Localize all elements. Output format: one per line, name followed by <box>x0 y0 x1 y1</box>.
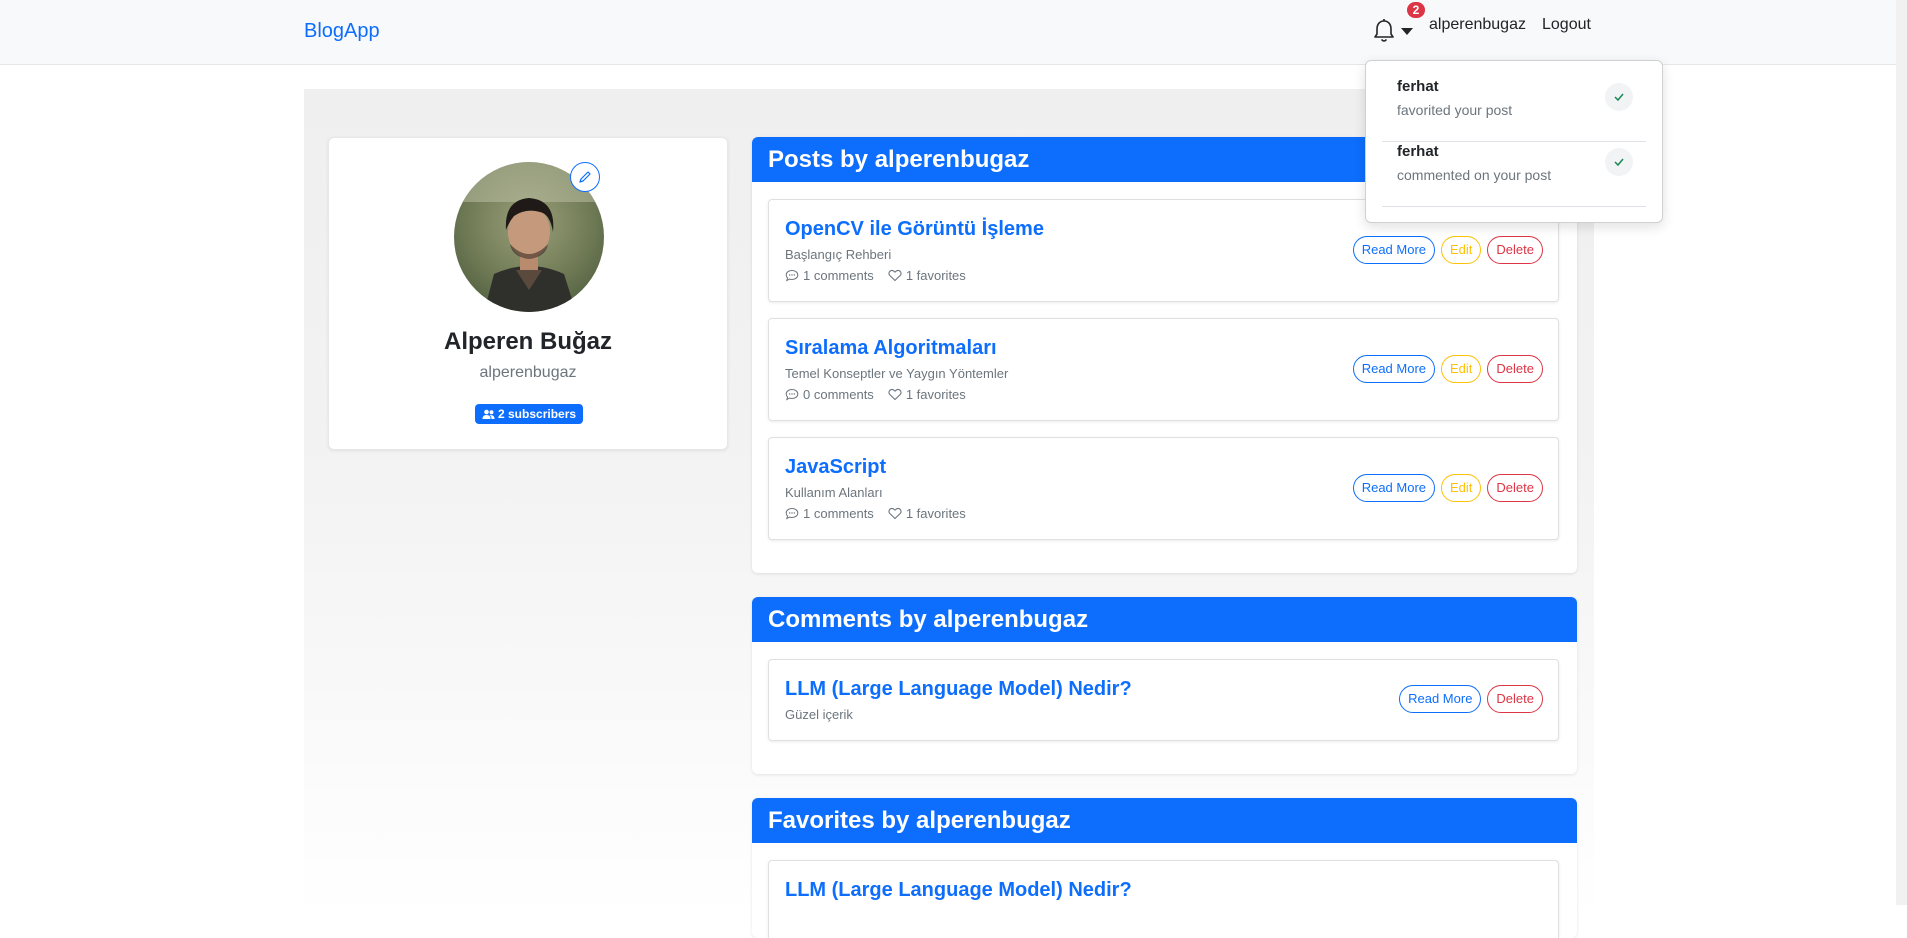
scrollbar[interactable] <box>1896 0 1907 905</box>
people-icon <box>482 409 495 419</box>
favorite-card: LLM (Large Language Model) Nedir? <box>768 860 1559 938</box>
read-more-button[interactable]: Read More <box>1352 355 1436 383</box>
profile-card: Alperen Buğaz alperenbugaz 2 subscribers <box>328 137 728 450</box>
favorites-count: 1 favorites <box>905 506 966 521</box>
post-meta: 1 comments 1 favorites <box>785 268 966 283</box>
comments-section-header: Comments by alperenbugaz <box>752 597 1577 642</box>
heart-icon <box>888 508 902 520</box>
favorites-section-header: Favorites by alperenbugaz <box>752 798 1577 843</box>
nav-username-link[interactable]: alperenbugaz <box>1429 16 1526 34</box>
post-title-link[interactable]: JavaScript <box>785 456 886 479</box>
subscribers-label: 2 subscribers <box>498 407 577 421</box>
heart-icon <box>888 270 902 282</box>
post-actions: Read More Edit Delete <box>1352 236 1543 264</box>
comments-count: 1 comments <box>803 506 874 521</box>
check-icon <box>1614 158 1624 166</box>
heart-icon <box>888 389 902 401</box>
notifications-toggle[interactable]: 2 <box>1372 2 1425 48</box>
notification-text: commented on your post <box>1397 167 1552 183</box>
post-title-link[interactable]: Sıralama Algoritmaları <box>785 337 997 360</box>
post-actions: Read More Edit Delete <box>1352 474 1543 502</box>
notifications-dropdown: ferhat favorited your post ferhat commen… <box>1365 60 1663 223</box>
mark-read-button[interactable] <box>1605 83 1633 111</box>
favorites-section: Favorites by alperenbugaz LLM (Large Lan… <box>752 798 1577 938</box>
post-subtitle: Temel Konseptler ve Yaygın Yöntemler <box>785 366 1009 381</box>
top-navbar: BlogApp 2 alperenbugaz Logout <box>0 0 1907 65</box>
post-subtitle: Başlangıç Rehberi <box>785 247 892 262</box>
comment-text: Güzel içerik <box>785 707 853 722</box>
read-more-button[interactable]: Read More <box>1352 474 1436 502</box>
check-icon <box>1614 93 1624 101</box>
edit-avatar-button[interactable] <box>570 162 600 192</box>
comments-count: 0 comments <box>803 387 874 402</box>
notification-user: ferhat <box>1397 78 1439 95</box>
comment-card: LLM (Large Language Model) Nedir? Güzel … <box>768 659 1559 741</box>
notification-text: favorited your post <box>1397 102 1513 118</box>
edit-button[interactable]: Edit <box>1441 355 1482 383</box>
favorites-count: 1 favorites <box>905 387 966 402</box>
notification-count-badge: 2 <box>1407 2 1425 18</box>
profile-name: Alperen Buğaz <box>443 328 613 355</box>
profile-username: alperenbugaz <box>479 364 577 381</box>
post-title-link[interactable]: OpenCV ile Görüntü İşleme <box>785 218 1044 241</box>
comments-section: Comments by alperenbugaz LLM (Large Lang… <box>752 597 1577 774</box>
edit-button[interactable]: Edit <box>1441 236 1482 264</box>
notification-item[interactable]: ferhat commented on your post <box>1382 126 1646 190</box>
brand-link[interactable]: BlogApp <box>304 20 380 43</box>
chat-bubble-icon <box>785 269 799 282</box>
read-more-button[interactable]: Read More <box>1399 685 1482 713</box>
logout-link[interactable]: Logout <box>1542 16 1591 34</box>
chat-bubble-icon <box>785 388 799 401</box>
divider <box>1382 206 1646 207</box>
delete-button[interactable]: Delete <box>1487 355 1543 383</box>
delete-button[interactable]: Delete <box>1487 236 1543 264</box>
favorites-count: 1 favorites <box>905 268 966 283</box>
delete-button[interactable]: Delete <box>1487 685 1543 713</box>
edit-button[interactable]: Edit <box>1441 474 1482 502</box>
mark-read-button[interactable] <box>1605 148 1633 176</box>
post-subtitle: Kullanım Alanları <box>785 485 883 500</box>
chevron-down-icon <box>1401 28 1413 35</box>
comments-count: 1 comments <box>803 268 874 283</box>
subscribers-badge[interactable]: 2 subscribers <box>475 404 584 424</box>
favorite-post-title-link[interactable]: LLM (Large Language Model) Nedir? <box>785 879 1132 902</box>
notification-user: ferhat <box>1397 143 1439 160</box>
post-meta: 0 comments 1 favorites <box>785 387 966 402</box>
notification-item[interactable]: ferhat favorited your post <box>1382 61 1646 125</box>
comment-post-title-link[interactable]: LLM (Large Language Model) Nedir? <box>785 678 1132 701</box>
post-card: JavaScript Kullanım Alanları 1 comments … <box>768 437 1559 540</box>
post-actions: Read More Edit Delete <box>1352 355 1543 383</box>
post-meta: 1 comments 1 favorites <box>785 506 966 521</box>
pencil-icon <box>579 171 591 183</box>
read-more-button[interactable]: Read More <box>1352 236 1436 264</box>
bell-icon <box>1374 19 1394 42</box>
delete-button[interactable]: Delete <box>1487 474 1543 502</box>
post-card: Sıralama Algoritmaları Temel Konseptler … <box>768 318 1559 421</box>
chat-bubble-icon <box>785 507 799 520</box>
comment-actions: Read More Delete <box>1399 685 1543 713</box>
